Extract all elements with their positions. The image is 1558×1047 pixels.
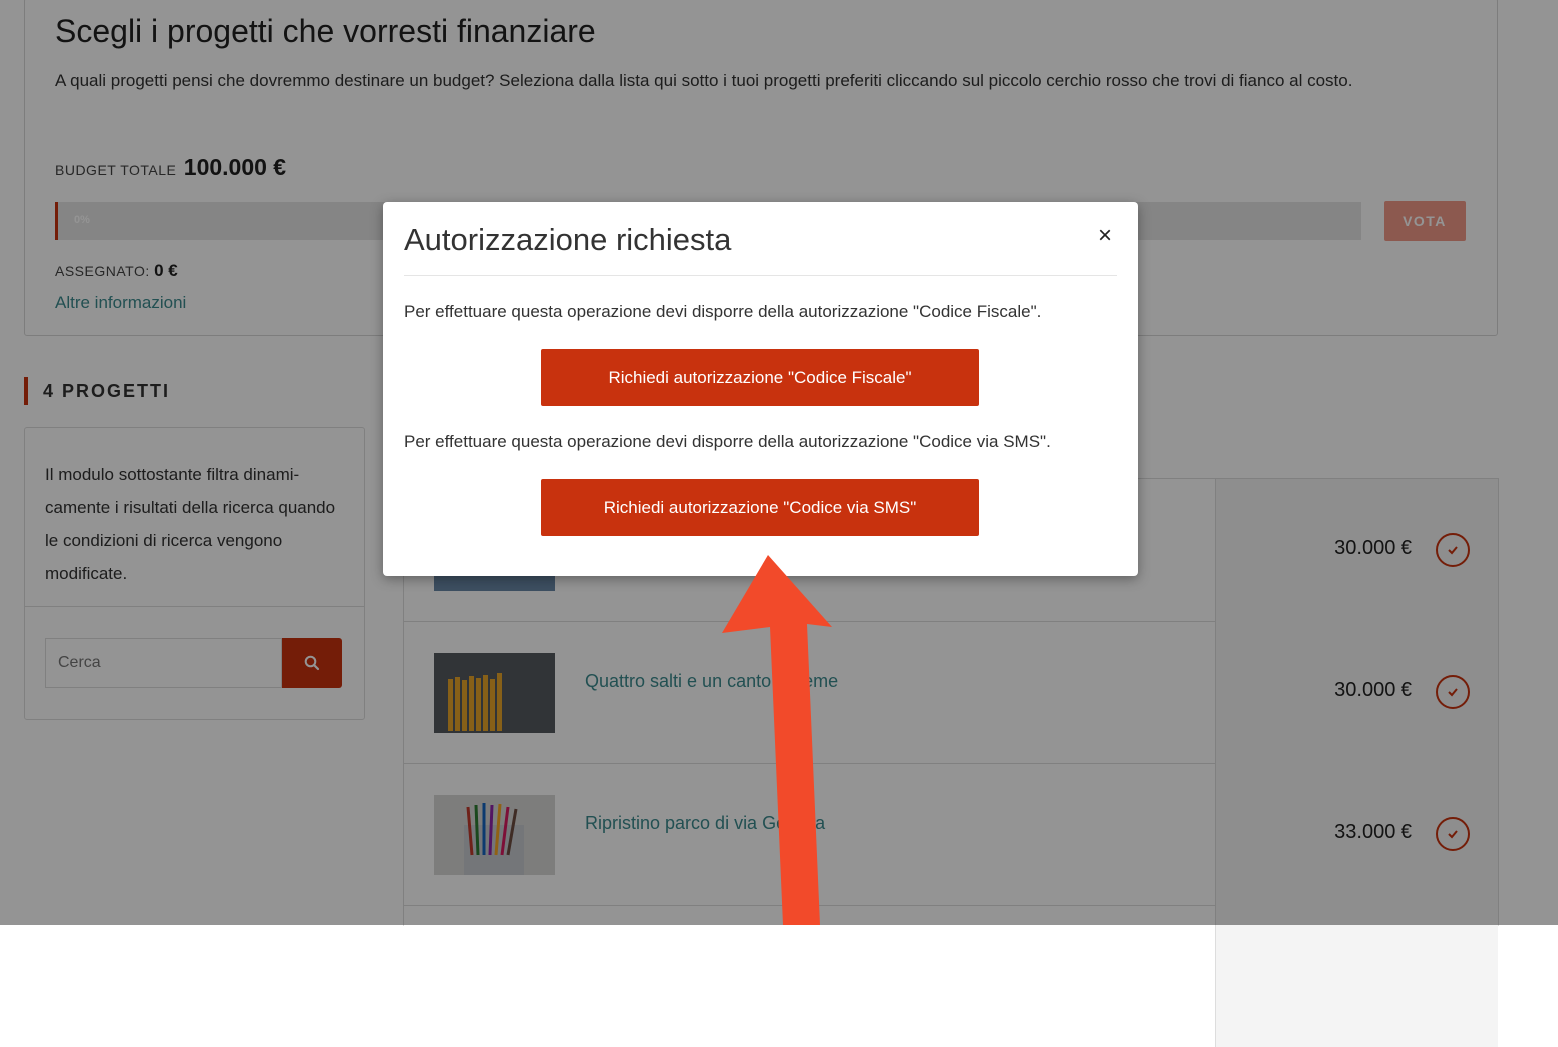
project-cost-cell xyxy=(1215,905,1498,1047)
annotation-arrow xyxy=(722,555,832,925)
project-row xyxy=(404,905,1498,1047)
